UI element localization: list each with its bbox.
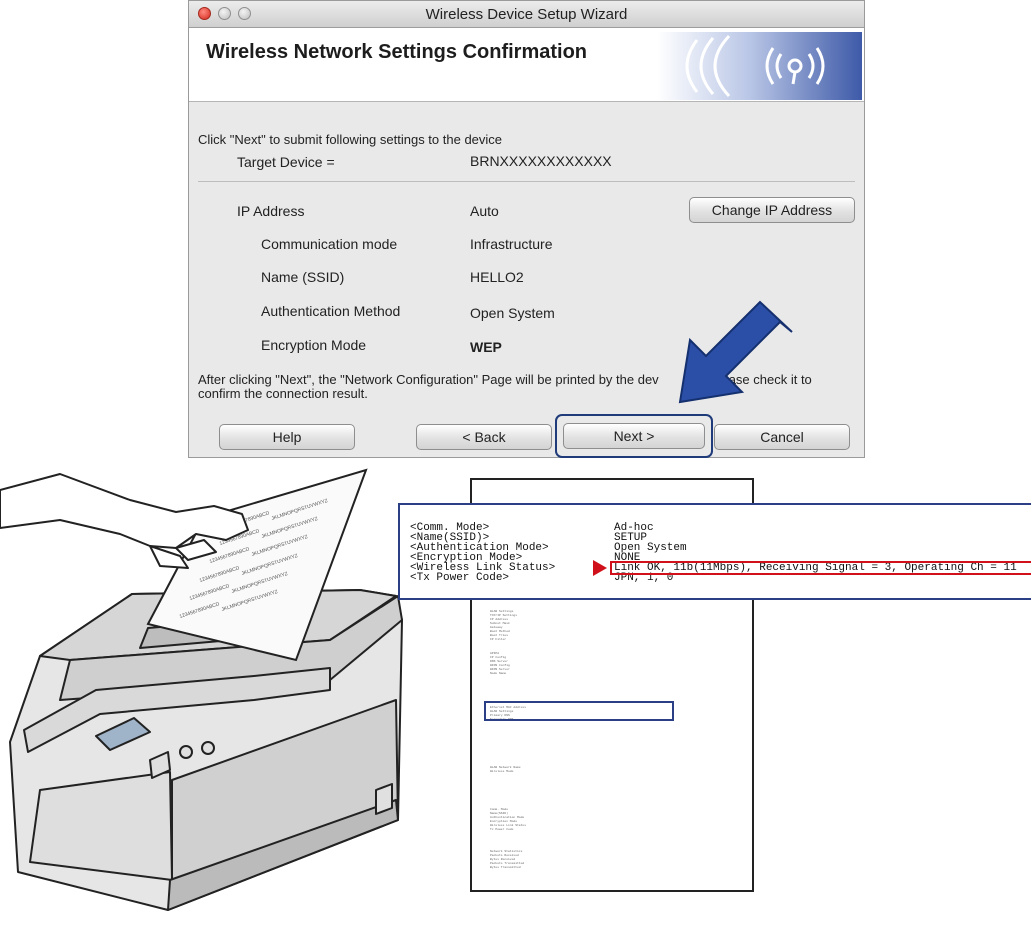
sheet-text-10: JKLMNOPQRSTUVWXYZ [231, 571, 289, 595]
ip-address-label: IP Address [237, 203, 305, 219]
back-button[interactable]: < Back [416, 424, 552, 450]
print-note-line1-tail: ase check it to [728, 372, 812, 387]
sheet-text-1: 1234567890ABCD [229, 510, 271, 529]
ssid-label: Name (SSID) [261, 269, 345, 285]
report-mini-text-block-1: WLAN Settings TCP/IP Settings IP Address… [490, 610, 518, 641]
report-highlight-box [484, 701, 674, 721]
target-device-value: BRNXXXXXXXXXXXX [470, 153, 612, 169]
encryption-mode-value: WEP [470, 339, 502, 355]
window-title: Wireless Device Setup Wizard [425, 6, 628, 23]
sheet-text-3: 1234567890ABCD [219, 528, 261, 547]
ssid-value: HELLO2 [470, 269, 524, 285]
report-mini-text-block-4: WLAN Network Name Wireless Mode [490, 766, 521, 773]
authentication-method-value: Open System [470, 305, 555, 321]
sheet-text-5: 1234567890ABCD [209, 546, 251, 565]
ip-address-value: Auto [470, 203, 499, 219]
printer-illustration [9, 589, 403, 911]
title-bar[interactable]: Wireless Device Setup Wizard [189, 1, 864, 28]
wizard-window: Wireless Device Setup Wizard Wireless Ne… [188, 0, 865, 458]
authentication-method-label: Authentication Method [261, 303, 401, 319]
wireless-signal-icon [657, 32, 862, 100]
pointer-triangle-icon [593, 560, 607, 576]
communication-mode-label: Communication mode [261, 236, 398, 252]
printed-sheet-illustration: 1234567890ABCD JKLMNOPQRSTUVWXYZ 1234567… [146, 468, 368, 662]
report-mini-text-block-5: Comm. Mode Name(SSID) Authentication Mod… [490, 808, 527, 831]
next-button[interactable]: Next > [563, 423, 705, 449]
sheet-text-12: JKLMNOPQRSTUVWXYZ [221, 589, 279, 613]
instruction-text: Click "Next" to submit following setting… [198, 132, 503, 147]
separator [198, 181, 855, 182]
callout-label-tx-power: <Tx Power Code> [410, 572, 510, 584]
sheet-text-7: 1234567890ABCD [199, 565, 241, 584]
page-title: Wireless Network Settings Confirmation [206, 41, 587, 63]
encryption-mode-label: Encryption Mode [261, 337, 367, 353]
sheet-text-11: 1234567890ABCD [179, 601, 221, 620]
link-status-highlight [610, 561, 1031, 575]
print-note-line2: confirm the connection result. [198, 386, 368, 401]
sheet-text-6: JKLMNOPQRSTUVWXYZ [251, 534, 309, 558]
sheet-text-8: JKLMNOPQRSTUVWXYZ [241, 553, 299, 577]
target-device-label: Target Device = [237, 154, 335, 170]
cancel-button[interactable]: Cancel [714, 424, 850, 450]
hand-illustration [0, 473, 249, 569]
wizard-banner: Wireless Network Settings Confirmation [189, 28, 864, 102]
sheet-text-2: JKLMNOPQRSTUVWXYZ [271, 498, 329, 522]
sheet-text-9: 1234567890ABCD [189, 583, 231, 602]
change-ip-address-button[interactable]: Change IP Address [689, 197, 855, 223]
print-note-line1: After clicking "Next", the "Network Conf… [198, 372, 659, 387]
communication-mode-value: Infrastructure [470, 236, 553, 252]
sheet-text-4: JKLMNOPQRSTUVWXYZ [261, 516, 319, 540]
report-mini-text-block-6: Network Statistics Packets Received Byte… [490, 850, 525, 869]
report-mini-text-block-2: APIPA IP Config DNS Server WINS Config W… [490, 652, 510, 675]
print-note-text: After clicking "Next", the "Network Conf… [198, 373, 838, 401]
help-button[interactable]: Help [219, 424, 355, 450]
report-zoom-callout: <Comm. Mode> <Name(SSID)> <Authenticatio… [398, 503, 1031, 600]
